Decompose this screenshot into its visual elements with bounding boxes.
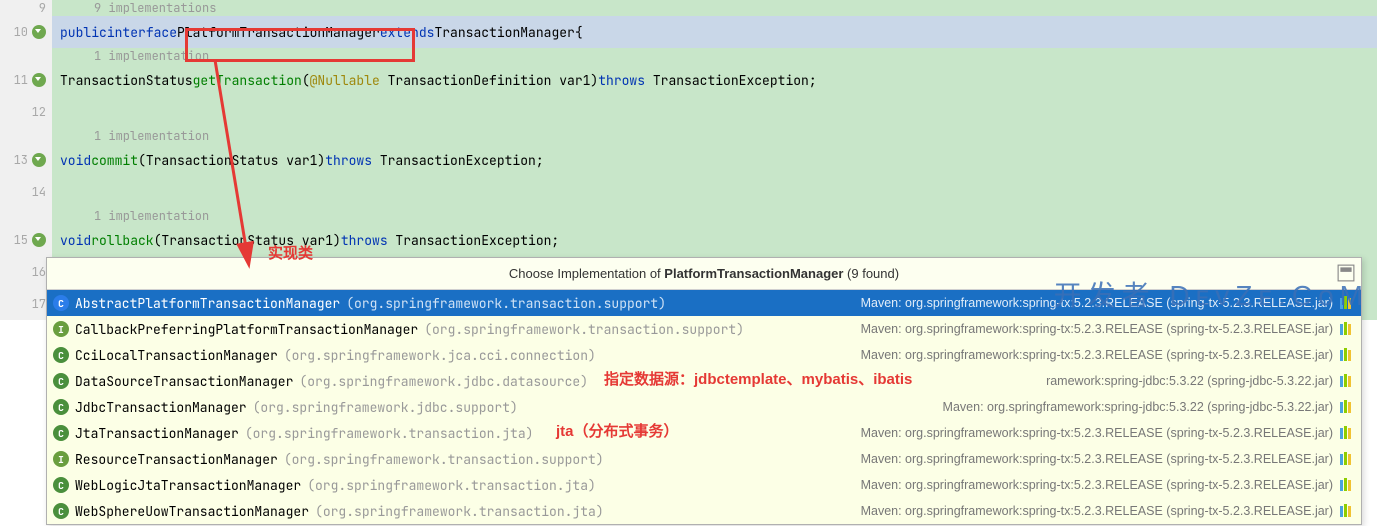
implements-gutter-icon[interactable] bbox=[32, 25, 46, 39]
class-icon: C bbox=[53, 503, 69, 519]
implementation-item[interactable]: C CciLocalTransactionManager (org.springf… bbox=[47, 342, 1361, 368]
implementation-item[interactable]: C WebLogicJtaTransactionManager (org.spri… bbox=[47, 472, 1361, 498]
implementation-item[interactable]: I CallbackPreferringPlatformTransactionMa… bbox=[47, 316, 1361, 342]
annotation-datasource: 指定数据源：jdbctemplate、mybatis、ibatis bbox=[604, 368, 912, 389]
maven-location: Maven: org.springframework:spring-tx:5.2… bbox=[861, 452, 1333, 466]
implementation-package: (org.springframework.transaction.jta) bbox=[245, 425, 534, 442]
line-number: 9 bbox=[39, 0, 46, 16]
maven-location: Maven: org.springframework:spring-tx:5.2… bbox=[861, 322, 1333, 336]
class-icon: C bbox=[53, 373, 69, 389]
maven-location: Maven: org.springframework:spring-tx:5.2… bbox=[861, 426, 1333, 440]
line-gutter: 9 10 11 12 13 14 15 16 17 bbox=[0, 0, 52, 320]
implementation-name: CallbackPreferringPlatformTransactionMan… bbox=[75, 321, 418, 338]
line-number: 10 bbox=[14, 24, 28, 40]
annotation-box bbox=[185, 28, 415, 62]
implementation-package: (org.springframework.jca.cci.connection) bbox=[284, 347, 596, 364]
library-icon bbox=[1339, 478, 1355, 492]
implementation-package: (org.springframework.transaction.jta) bbox=[315, 503, 604, 520]
library-icon bbox=[1339, 322, 1355, 336]
interface-icon: I bbox=[53, 321, 69, 337]
blank-line bbox=[52, 96, 1377, 128]
class-icon: C bbox=[53, 399, 69, 415]
implementation-name: WebSphereUowTransactionManager bbox=[75, 503, 309, 520]
method-line[interactable]: TransactionStatus getTransaction(@Nullab… bbox=[52, 64, 1377, 96]
implements-gutter-icon[interactable] bbox=[32, 73, 46, 87]
implementation-item[interactable]: C WebSphereUowTransactionManager (org.spr… bbox=[47, 498, 1361, 524]
class-icon: C bbox=[53, 295, 69, 311]
implementation-list[interactable]: C AbstractPlatformTransactionManager (org… bbox=[47, 290, 1361, 524]
library-icon bbox=[1339, 400, 1355, 414]
method-line[interactable]: void commit(TransactionStatus var1) thro… bbox=[52, 144, 1377, 176]
maven-location: Maven: org.springframework:spring-tx:5.2… bbox=[861, 504, 1333, 518]
implementation-package: (org.springframework.transaction.jta) bbox=[307, 477, 596, 494]
method-line[interactable]: void rollback(TransactionStatus var1) th… bbox=[52, 224, 1377, 256]
class-icon: C bbox=[53, 347, 69, 363]
maven-location: Maven: org.springframework:spring-jdbc:5… bbox=[943, 400, 1333, 414]
maven-location: Maven: org.springframework:spring-tx:5.2… bbox=[861, 478, 1333, 492]
implementation-package: (org.springframework.transaction.support… bbox=[424, 321, 744, 338]
library-icon bbox=[1339, 504, 1355, 518]
class-icon: C bbox=[53, 425, 69, 441]
implementation-name: JdbcTransactionManager bbox=[75, 399, 247, 416]
implementation-package: (org.springframework.transaction.support… bbox=[346, 295, 666, 312]
line-number: 12 bbox=[32, 104, 46, 120]
implementation-item[interactable]: C JdbcTransactionManager (org.springframe… bbox=[47, 394, 1361, 420]
watermark: 开发者 DᴇᴠZᴇ.CᴏM bbox=[1054, 274, 1369, 314]
library-icon bbox=[1339, 452, 1355, 466]
library-icon bbox=[1339, 374, 1355, 388]
implements-gutter-icon[interactable] bbox=[32, 233, 46, 247]
implementation-name: JtaTransactionManager bbox=[75, 425, 239, 442]
line-number: 13 bbox=[14, 152, 28, 168]
implementation-name: DataSourceTransactionManager bbox=[75, 373, 293, 390]
implementation-item[interactable]: I ResourceTransactionManager (org.springf… bbox=[47, 446, 1361, 472]
line-number: 15 bbox=[14, 232, 28, 248]
implementation-item[interactable]: C JtaTransactionManager (org.springframew… bbox=[47, 420, 1361, 446]
maven-location: Maven: org.springframework:spring-tx:5.2… bbox=[861, 348, 1333, 362]
implementation-name: WebLogicJtaTransactionManager bbox=[75, 477, 301, 494]
implementation-package: (org.springframework.transaction.support… bbox=[284, 451, 604, 468]
interface-icon: I bbox=[53, 451, 69, 467]
line-number: 17 bbox=[32, 296, 46, 312]
maven-location: ramework:spring-jdbc:5.3.22 (spring-jdbc… bbox=[1046, 374, 1333, 388]
annotation-jta: jta（分布式事务） bbox=[556, 420, 679, 441]
class-icon: C bbox=[53, 477, 69, 493]
implements-gutter-icon[interactable] bbox=[32, 153, 46, 167]
implementation-package: (org.springframework.jdbc.support) bbox=[253, 399, 518, 416]
implementations-hint[interactable]: 1 implementation bbox=[60, 208, 209, 224]
implementation-package: (org.springframework.jdbc.datasource) bbox=[299, 373, 588, 390]
implementations-hint[interactable]: 9 implementations bbox=[60, 0, 216, 16]
blank-line bbox=[52, 176, 1377, 208]
implementations-hint[interactable]: 1 implementation bbox=[60, 128, 209, 144]
line-number: 14 bbox=[32, 184, 46, 200]
line-number: 11 bbox=[14, 72, 28, 88]
annotation-impl-class: 实现类 bbox=[268, 242, 313, 263]
line-number: 16 bbox=[32, 264, 46, 280]
implementation-name: CciLocalTransactionManager bbox=[75, 347, 278, 364]
library-icon bbox=[1339, 426, 1355, 440]
implementation-name: ResourceTransactionManager bbox=[75, 451, 278, 468]
implementation-name: AbstractPlatformTransactionManager bbox=[75, 295, 340, 312]
library-icon bbox=[1339, 348, 1355, 362]
